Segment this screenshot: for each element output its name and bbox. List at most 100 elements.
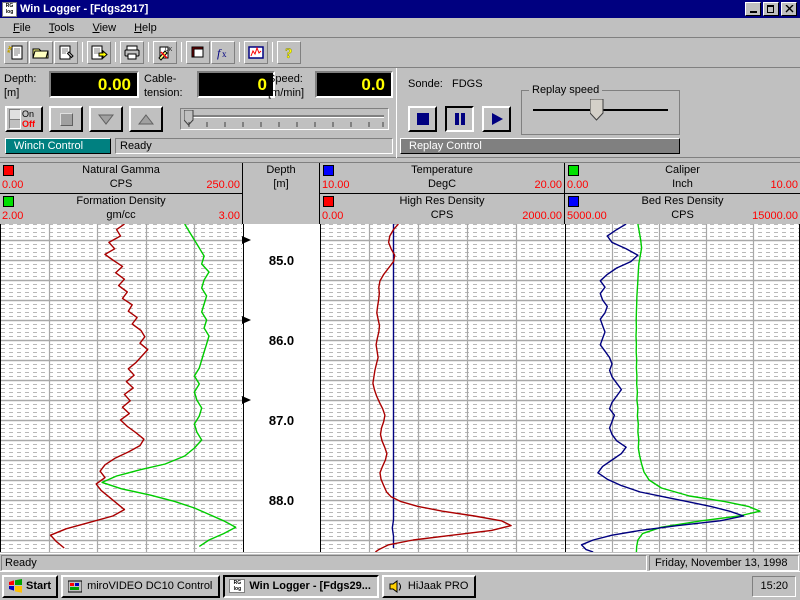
up-triangle-icon: [138, 114, 154, 125]
taskbar-item-hijaak[interactable]: HiJaak PRO: [382, 575, 477, 598]
cable-tension-label-line1: Cable-: [144, 74, 183, 85]
track-3-curve-1-header[interactable]: Caliper Inch 0.00 10.00: [565, 163, 800, 194]
stop-icon: [60, 113, 73, 126]
replay-stop-button[interactable]: [408, 106, 437, 132]
curve-title: Temperature: [320, 164, 564, 176]
taskbar-item-mirovideo[interactable]: miroVIDEO DC10 Control: [61, 575, 220, 598]
restore-button[interactable]: [763, 2, 779, 16]
down-triangle-icon: [98, 114, 114, 125]
panel-divider: [396, 68, 397, 158]
replay-pause-button[interactable]: [445, 106, 474, 132]
taskbar-item-winlogger[interactable]: RGlog Win Logger - [Fdgs29...: [223, 575, 379, 598]
hijaak-icon: [388, 579, 404, 593]
library-button[interactable]: [186, 41, 210, 64]
curve-min: 0.00: [567, 179, 588, 191]
track-2-curve-1-header[interactable]: Temperature DegC 10.00 20.00: [320, 163, 565, 194]
status-bar: Ready Friday, November 13, 1998: [0, 553, 800, 571]
title-bar: RGlog Win Logger - [Fdgs2917]: [0, 0, 800, 18]
speed-value: 0.0: [315, 71, 393, 98]
curve-min: 2.00: [2, 210, 23, 222]
system-clock[interactable]: 15:20: [752, 576, 796, 597]
curve-min: 5000.00: [567, 210, 607, 222]
edit-document-button[interactable]: [54, 41, 78, 64]
log-plot-area[interactable]: 85.086.087.088.0: [0, 224, 800, 552]
curve-title: Bed Res Density: [565, 195, 800, 207]
toolbar-separator: [145, 42, 152, 64]
svg-text:x: x: [222, 49, 227, 59]
speed-label-line2: [m/min]: [268, 88, 304, 99]
status-message: Ready: [1, 555, 647, 571]
close-button[interactable]: [781, 2, 797, 16]
open-file-button[interactable]: [29, 41, 53, 64]
miro-icon: [67, 579, 83, 593]
track-1-curve-2-header[interactable]: Formation Density gm/cc 2.00 3.00: [0, 194, 243, 225]
sonde-value: FDGS: [452, 78, 483, 90]
depth-header-unit: [m]: [243, 178, 319, 190]
toolbar-separator: [236, 42, 243, 64]
print-button[interactable]: [120, 41, 144, 64]
slider-ticks: [187, 122, 387, 129]
menu-help[interactable]: Help: [125, 20, 166, 36]
depth-column-header: Depth [m]: [243, 163, 320, 225]
menu-file[interactable]: File: [4, 20, 40, 36]
svg-text:?: ?: [285, 46, 293, 61]
help-button[interactable]: ?: [277, 41, 301, 64]
export-document-button[interactable]: [87, 41, 111, 64]
toolbar-separator: [79, 42, 86, 64]
taskbar: Start miroVIDEO DC10 Control RGlog Win L…: [0, 571, 800, 600]
curve-title: Natural Gamma: [0, 164, 242, 176]
pause-icon: [454, 113, 466, 125]
curve-unit: gm/cc: [0, 209, 242, 221]
winch-speed-slider[interactable]: [180, 108, 389, 130]
winch-down-button[interactable]: [89, 106, 123, 132]
taskbar-item-label: miroVIDEO DC10 Control: [87, 580, 212, 592]
track-3-curve-2-header[interactable]: Bed Res Density CPS 5000.00 15000.00: [565, 194, 800, 225]
taskbar-item-label: HiJaak PRO: [408, 580, 469, 592]
track-1-curve-1-header[interactable]: Natural Gamma CPS 0.00 250.00: [0, 163, 243, 194]
winch-control-tab-label: Winch Control: [14, 140, 83, 152]
curve-min: 0.00: [322, 210, 343, 222]
curve-min: 10.00: [322, 179, 350, 191]
calibrate-button[interactable]: OK: [153, 41, 177, 64]
curve-title: Formation Density: [0, 195, 242, 207]
window-controls: [745, 2, 798, 16]
log-curves-canvas[interactable]: 85.086.087.088.0: [0, 224, 800, 552]
menu-view[interactable]: View: [83, 20, 125, 36]
curve-max: 2000.00: [522, 210, 562, 222]
curve-max: 250.00: [206, 179, 240, 191]
toolbar: OK f x: [0, 38, 800, 68]
track-2-curve-2-header[interactable]: High Res Density CPS 0.00 2000.00: [320, 194, 565, 225]
power-switch[interactable]: On Off: [5, 106, 43, 132]
plot-button[interactable]: [244, 41, 268, 64]
curve-max: 20.00: [534, 179, 562, 191]
curve-max: 10.00: [770, 179, 798, 191]
stop-icon: [417, 113, 429, 125]
replay-play-button[interactable]: [482, 106, 511, 132]
winch-up-button[interactable]: [129, 106, 163, 132]
speed-label-line1: Speed:: [268, 74, 304, 85]
log-header: Natural Gamma CPS 0.00 250.00 Formation …: [0, 162, 800, 224]
curve-min: 0.00: [2, 179, 23, 191]
curve-title: Caliper: [565, 164, 800, 176]
menu-tools[interactable]: Tools: [40, 20, 84, 36]
play-icon: [491, 113, 503, 125]
taskbar-item-label: Win Logger - [Fdgs29...: [249, 580, 371, 592]
rglog-icon: RGlog: [2, 2, 17, 17]
function-button[interactable]: f x: [211, 41, 235, 64]
start-button[interactable]: Start: [2, 575, 58, 598]
winch-control-tab[interactable]: Winch Control: [5, 138, 111, 154]
minimize-button[interactable]: [745, 2, 761, 16]
winch-stop-button[interactable]: [49, 106, 83, 132]
sonde-label: Sonde:: [408, 78, 443, 90]
replay-control-tab-label: Replay Control: [409, 140, 482, 152]
replay-control-tab[interactable]: Replay Control: [400, 138, 680, 154]
power-on-label: On: [22, 109, 35, 119]
window-title: Win Logger - [Fdgs2917]: [20, 3, 745, 15]
depth-tick-label: 88.0: [269, 493, 294, 508]
winch-status-field: Ready: [115, 138, 393, 154]
power-switch-lever[interactable]: [9, 109, 21, 129]
curve-unit: DegC: [320, 178, 564, 190]
new-document-button[interactable]: [4, 41, 28, 64]
curve-max: 3.00: [219, 210, 240, 222]
replay-slider-thumb[interactable]: [590, 99, 604, 121]
